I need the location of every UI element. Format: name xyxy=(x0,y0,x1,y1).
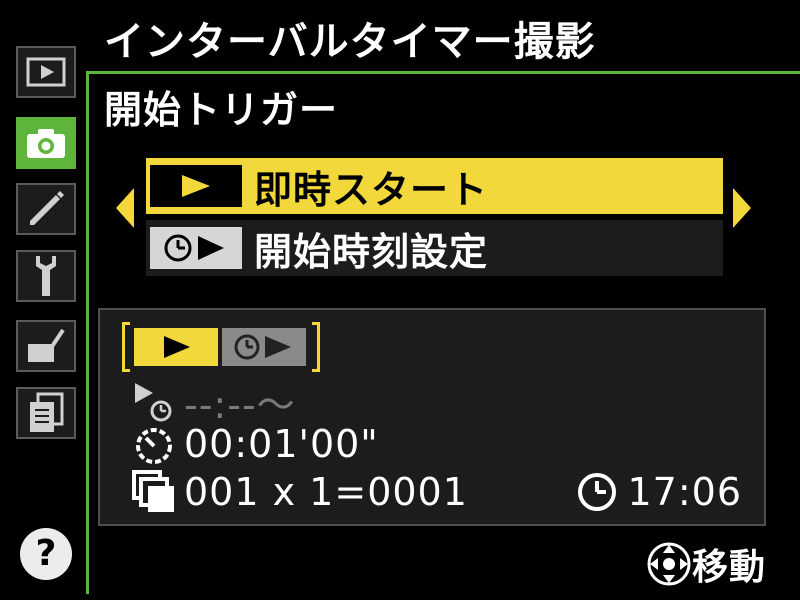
selection-bracket-right xyxy=(312,322,320,372)
camera-icon xyxy=(27,129,65,158)
tab-custom-settings[interactable] xyxy=(16,183,76,235)
tab-retouch[interactable] xyxy=(16,320,76,372)
menu-sidebar: ? xyxy=(0,0,90,600)
page-title: インターバルタイマー撮影 xyxy=(104,19,596,65)
retouch-icon xyxy=(28,328,65,362)
start-time-icon xyxy=(130,378,178,426)
clock-play-icon xyxy=(234,334,291,360)
scroll-right-arrow-icon[interactable] xyxy=(733,188,751,228)
my-menu-icon xyxy=(30,392,64,432)
clock-value: 17:06 xyxy=(627,470,742,514)
wrench-icon xyxy=(36,256,56,296)
selection-bracket-left xyxy=(122,322,130,372)
tab-photo-shooting[interactable] xyxy=(16,117,76,169)
shots-count-icon xyxy=(130,468,178,516)
play-icon xyxy=(164,336,190,358)
option-start-now[interactable]: 即時スタート xyxy=(146,158,723,214)
option-label: 即時スタート xyxy=(254,167,489,212)
playback-icon xyxy=(26,57,66,87)
shots-row: 001 x 1=0001 xyxy=(130,468,468,516)
clock-play-icon xyxy=(150,227,242,269)
clock-icon xyxy=(573,468,621,516)
hint-label: 移動 xyxy=(691,547,766,588)
interval-info-panel: --:--～ 00:01'00" 001 x 1=0001 17:06 xyxy=(98,308,766,526)
current-time: 17:06 xyxy=(573,468,742,516)
tab-my-menu[interactable] xyxy=(16,387,76,439)
interval-row: 00:01'00" xyxy=(130,420,379,468)
multi-selector-icon xyxy=(647,542,691,586)
pencil-icon xyxy=(30,191,64,225)
scroll-left-arrow-icon[interactable] xyxy=(116,188,134,228)
help-button[interactable]: ? xyxy=(20,528,72,580)
interval-timer-icon xyxy=(130,420,178,468)
navigation-hint: 移動 xyxy=(646,538,766,590)
start-time-mode-chip xyxy=(222,328,306,366)
menu-item-title: 開始トリガー xyxy=(104,88,339,132)
shots-value: 001 x 1=0001 xyxy=(184,470,468,514)
tab-setup[interactable] xyxy=(16,250,76,302)
play-icon xyxy=(150,165,242,207)
option-label: 開始時刻設定 xyxy=(254,229,489,274)
interval-value: 00:01'00" xyxy=(184,422,379,466)
tab-playback[interactable] xyxy=(16,46,76,98)
start-now-mode-chip xyxy=(134,328,218,366)
option-set-start-time[interactable]: 開始時刻設定 xyxy=(146,220,723,276)
